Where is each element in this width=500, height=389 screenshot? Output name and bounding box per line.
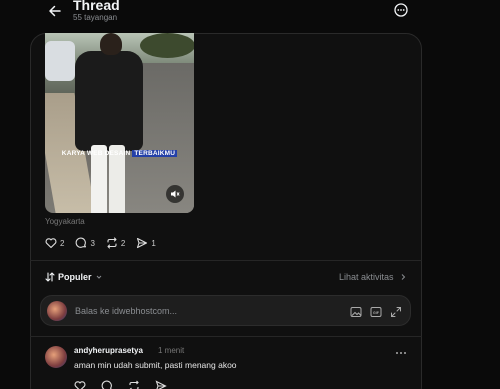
chevron-right-icon — [401, 274, 405, 280]
comment-text: aman min udah submit, pasti menang akoo — [74, 360, 237, 370]
activity-label: Lihat aktivitas — [339, 272, 394, 282]
image-icon — [350, 307, 362, 317]
comment-icon — [101, 380, 112, 389]
video-person — [75, 51, 143, 151]
more-dots-icon — [396, 352, 406, 354]
video-trees — [140, 33, 194, 58]
view-count: 55 tayangan — [73, 13, 118, 22]
back-button[interactable] — [44, 0, 66, 22]
share-count: 1 — [151, 238, 156, 248]
video-caption-highlight: TERBAIKMU — [132, 150, 178, 157]
repost-button[interactable]: 2 — [106, 237, 125, 249]
video-caption: KARYA WEB DESAIN TERBAIKMU — [45, 150, 194, 157]
more-icon — [394, 3, 408, 17]
divider — [30, 260, 422, 261]
heart-icon — [74, 381, 86, 389]
sort-icon — [45, 272, 55, 282]
comment-reply-button[interactable] — [101, 380, 113, 389]
comment-icon — [76, 237, 87, 248]
more-options-button[interactable] — [393, 2, 409, 18]
like-count: 2 — [60, 238, 65, 248]
comment-actions — [74, 380, 182, 389]
sort-dropdown[interactable]: Populer — [45, 272, 103, 282]
comment-repost-button[interactable] — [128, 380, 140, 389]
comment-share-button[interactable] — [155, 380, 167, 389]
expand-icon — [391, 307, 401, 317]
video-person-head — [100, 33, 122, 55]
share-icon — [137, 237, 148, 249]
view-activity-link[interactable]: Lihat aktivitas — [339, 272, 408, 282]
expand-composer-button[interactable] — [390, 305, 402, 317]
like-button[interactable]: 2 — [45, 237, 64, 249]
mute-button[interactable] — [166, 185, 184, 203]
divider — [30, 336, 422, 337]
repost-icon — [107, 237, 117, 249]
comment-button[interactable]: 3 — [75, 237, 95, 249]
reply-input[interactable] — [75, 303, 335, 319]
repost-icon — [129, 380, 139, 389]
heart-icon — [45, 238, 57, 249]
post-location[interactable]: Yogyakarta — [45, 217, 85, 226]
post-video[interactable]: KARYA WEB DESAIN TERBAIKMU — [45, 33, 194, 213]
share-button[interactable]: 1 — [136, 237, 156, 249]
gif-icon: GIF — [370, 307, 382, 317]
sort-label: Populer — [58, 272, 92, 282]
comment-more-button[interactable] — [395, 345, 407, 355]
chevron-down-icon — [96, 275, 101, 279]
comment-username[interactable]: andyheruprasetya — [74, 346, 143, 355]
reply-composer: GIF — [40, 295, 411, 326]
share-icon — [155, 380, 167, 389]
back-arrow-icon — [49, 5, 61, 17]
page-title: Thread — [73, 0, 120, 13]
attach-gif-button[interactable]: GIF — [370, 305, 382, 317]
svg-text:GIF: GIF — [373, 311, 380, 315]
comment-like-button[interactable] — [74, 380, 86, 389]
comment-timestamp: 1 menit — [158, 346, 185, 355]
attach-image-button[interactable] — [350, 305, 362, 317]
video-car — [45, 41, 75, 81]
repost-count: 2 — [120, 238, 126, 248]
post-actions: 2 3 2 1 — [45, 236, 167, 250]
avatar[interactable] — [45, 346, 67, 368]
header: Thread 55 tayangan — [0, 0, 500, 30]
avatar — [47, 301, 67, 321]
video-caption-text: KARYA WEB DESAIN — [61, 150, 131, 157]
comment-count: 3 — [90, 238, 95, 248]
volume-muted-icon — [171, 190, 180, 198]
